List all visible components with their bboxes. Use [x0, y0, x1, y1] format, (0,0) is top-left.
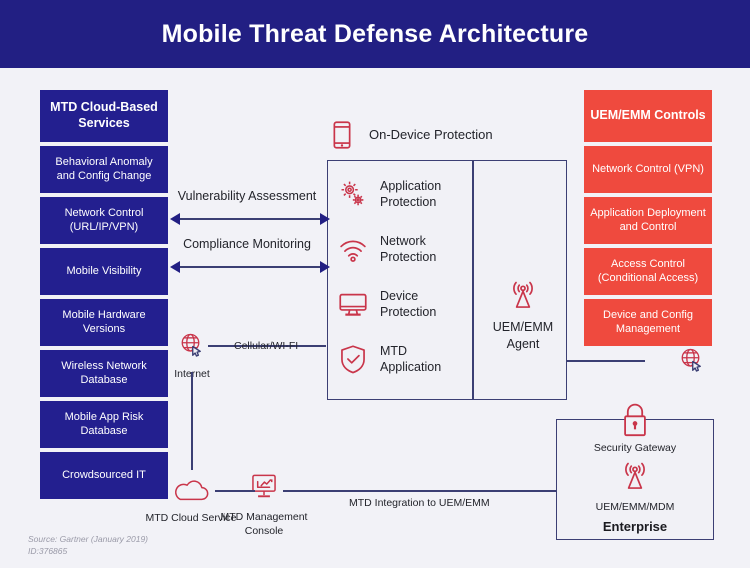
feature-device-protection[interactable]: Device Protection [336, 287, 466, 321]
arrow-label-compliance-monitoring: Compliance Monitoring [183, 237, 311, 251]
node-mtd-management-console[interactable]: MTD Management Console [209, 473, 319, 538]
label-mtd-integration: MTD Integration to UEM/EMM [349, 497, 490, 509]
uem-stack-item-3[interactable]: Device and Config Management [584, 299, 712, 346]
feature-mtd-application[interactable]: MTD Application [336, 342, 466, 376]
arrow-head-right-compliance [320, 261, 330, 273]
gears-icon [336, 177, 370, 211]
mtd-cloud-services-stack: MTD Cloud-Based Services Behavioral Anom… [40, 90, 168, 503]
cloud-icon [171, 478, 211, 509]
uem-stack-item-2[interactable]: Access Control (Conditional Access) [584, 248, 712, 295]
antenna-icon [618, 460, 652, 499]
globe-cursor-icon [177, 330, 207, 365]
node-internet-right[interactable] [637, 345, 747, 383]
uem-emm-controls-stack: UEM/EMM Controls Network Control (VPN) A… [584, 90, 712, 350]
feature-label-0: Application Protection [380, 178, 442, 209]
uem-emm-mdm-label: UEM/EMM/MDM [595, 501, 675, 513]
uem-stack-title: UEM/EMM Controls [584, 90, 712, 142]
feature-label-1: Network Protection [380, 233, 437, 264]
antenna-icon [506, 279, 540, 313]
uem-emm-agent[interactable]: UEM/EMM Agent [480, 279, 566, 353]
arrow-label-vulnerability-assessment: Vulnerability Assessment [177, 189, 317, 203]
feature-label-3: MTD Application [380, 343, 442, 374]
arrow-head-left-vulnerability [170, 213, 180, 225]
arrow-head-left-compliance [170, 261, 180, 273]
on-device-protection-label: On-Device Protection [369, 126, 493, 142]
feature-label-2: Device Protection [380, 288, 437, 319]
mtd-stack-item-2[interactable]: Mobile Visibility [40, 248, 168, 295]
on-device-protection-box: Application Protection Network Protectio… [327, 160, 567, 400]
label-cellular: Cellular/WI-FI [234, 340, 299, 352]
line-internet-to-cloud [191, 372, 193, 470]
mtd-stack-title: MTD Cloud-Based Services [40, 90, 168, 142]
source-line-2: ID:376865 [28, 546, 68, 557]
enterprise-title: Enterprise [602, 519, 668, 534]
security-gateway-label: Security Gateway [593, 442, 677, 454]
page-title: Mobile Threat Defense Architecture [161, 19, 589, 48]
lock-icon [617, 400, 653, 437]
mtd-stack-item-1[interactable]: Network Control (URL/IP/VPN) [40, 197, 168, 244]
node-mtd-management-console-label: MTD Management Console [220, 511, 308, 537]
page-header: Mobile Threat Defense Architecture [0, 0, 750, 68]
arrow-line-compliance [180, 266, 322, 268]
line-cloud-to-console [215, 490, 255, 492]
wifi-icon [336, 232, 370, 266]
uem-stack-item-0[interactable]: Network Control (VPN) [584, 146, 712, 193]
feature-network-protection[interactable]: Network Protection [336, 232, 466, 266]
source-line-1: Source: Gartner (January 2019) [28, 534, 149, 544]
uem-emm-agent-label: UEM/EMM Agent [492, 320, 554, 351]
shield-check-icon [336, 342, 370, 376]
center-box-divider [472, 161, 474, 399]
mtd-stack-item-0[interactable]: Behavioral Anomaly and Config Change [40, 146, 168, 193]
on-device-protection-header: On-Device Protection [325, 118, 493, 152]
mtd-stack-item-5[interactable]: Mobile App Risk Database [40, 401, 168, 448]
smartphone-icon [325, 118, 359, 152]
arrow-line-vulnerability [180, 218, 322, 220]
monitor-icon [336, 287, 370, 321]
globe-cursor-icon [677, 345, 707, 380]
line-console-to-enterprise [283, 490, 558, 492]
line-agent-to-internet-right [567, 360, 645, 362]
uem-stack-item-1[interactable]: Application Deployment and Control [584, 197, 712, 244]
arrow-head-right-vulnerability [320, 213, 330, 225]
feature-application-protection[interactable]: Application Protection [336, 177, 466, 211]
source-note: Source: Gartner (January 2019) ID:376865 [28, 533, 148, 558]
